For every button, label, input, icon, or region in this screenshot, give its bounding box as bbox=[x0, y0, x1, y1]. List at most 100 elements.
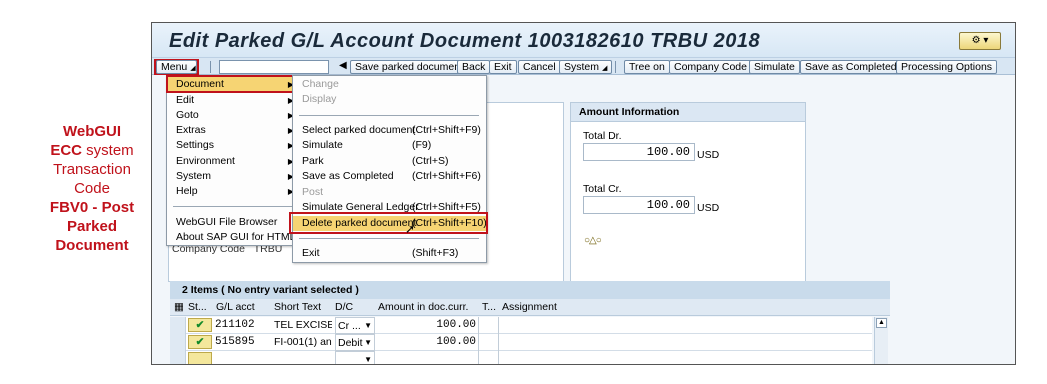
amount-cell[interactable]: 100.00 bbox=[379, 317, 479, 334]
menu-item-settings[interactable]: Settings ▶ bbox=[167, 138, 298, 153]
menu-item-label: System bbox=[176, 170, 212, 182]
menu-separator bbox=[299, 238, 479, 239]
submenu-item-label: Park bbox=[302, 155, 324, 167]
debit-credit-select[interactable]: Cr ... ▼ bbox=[335, 317, 375, 334]
exit-button[interactable]: Exit bbox=[489, 60, 517, 74]
items-heading: 2 Items ( No entry variant selected ) bbox=[170, 281, 890, 299]
toolbar-separator bbox=[615, 61, 616, 73]
submenu-item-shortcut: (Ctrl+S) bbox=[412, 155, 449, 167]
toolbar-separator bbox=[210, 61, 211, 73]
table-settings-icon[interactable]: ▦ bbox=[174, 301, 184, 313]
menu-item-help[interactable]: Help ▶ bbox=[167, 184, 298, 199]
gl-account-cell[interactable] bbox=[215, 351, 270, 364]
menu-item-edit[interactable]: Edit ▶ bbox=[167, 93, 298, 108]
table-row[interactable]: ✔ 211102 TEL EXCISE T Cr ...▼ 100.00 bbox=[170, 317, 872, 334]
menu-item-webgui-file-browser[interactable]: WebGUI File Browser bbox=[167, 215, 298, 230]
caption-system: system bbox=[81, 142, 134, 159]
processing-options-button[interactable]: Processing Options bbox=[896, 60, 998, 74]
short-text-cell[interactable]: FI-001(1) and bbox=[274, 334, 332, 351]
menu-separator bbox=[173, 206, 293, 207]
short-text-cell[interactable] bbox=[274, 351, 332, 364]
sap-window: Edit Parked G/L Account Document 1003182… bbox=[151, 22, 1016, 365]
debit-credit-select[interactable]: ▼ bbox=[335, 351, 375, 364]
submenu-item-save-as-completed[interactable]: Save as Completed (Ctrl+Shift+F6) bbox=[293, 169, 486, 184]
column-tax[interactable]: T... bbox=[482, 301, 496, 313]
submenu-item-label: Save as Completed bbox=[302, 170, 394, 182]
column-assignment[interactable]: Assignment bbox=[502, 301, 557, 313]
submenu-item-park[interactable]: Park (Ctrl+S) bbox=[293, 154, 486, 169]
menu-item-goto[interactable]: Goto ▶ bbox=[167, 108, 298, 123]
column-status[interactable]: St... bbox=[188, 301, 207, 313]
submenu-item-change[interactable]: Change bbox=[293, 77, 486, 92]
back-button[interactable]: Back bbox=[457, 60, 491, 74]
amount-cell[interactable] bbox=[379, 351, 479, 364]
total-credit-currency: USD bbox=[697, 202, 720, 214]
menu-item-system[interactable]: System ▶ bbox=[167, 169, 298, 184]
application-toolbar: Menu ◢ ◀ Save parked document Back Exit … bbox=[152, 57, 1015, 75]
submenu-item-simulate[interactable]: Simulate (F9) bbox=[293, 138, 486, 153]
debit-credit-select[interactable]: Debit ▼ bbox=[335, 334, 375, 351]
total-debit-label: Total Dr. bbox=[583, 130, 622, 142]
cancel-button[interactable]: Cancel bbox=[518, 60, 561, 74]
submenu-item-label: Simulate bbox=[302, 139, 343, 151]
tax-cell[interactable] bbox=[481, 317, 499, 334]
submenu-item-shortcut: (Shift+F3) bbox=[412, 247, 459, 259]
menu-item-label: Edit bbox=[176, 94, 195, 106]
debit-credit-value: Cr ... bbox=[338, 320, 361, 332]
gl-account-cell[interactable]: 515895 bbox=[215, 334, 270, 351]
row-selector[interactable] bbox=[170, 334, 186, 351]
save-as-completed-button[interactable]: Save as Completed bbox=[800, 60, 902, 74]
submenu-item-shortcut: (Ctrl+Shift+F6) bbox=[412, 170, 481, 182]
system-button[interactable]: System ◢ bbox=[559, 60, 613, 74]
total-debit-field: 100.00 bbox=[583, 143, 695, 161]
caption-line-6: Parked bbox=[66, 218, 118, 235]
scroll-up-icon[interactable]: ▲ bbox=[876, 318, 887, 328]
tax-cell[interactable] bbox=[481, 351, 499, 364]
company-code-button[interactable]: Company Code bbox=[669, 60, 752, 74]
menu-item-label: Extras bbox=[176, 124, 206, 136]
caption-line-2: ECC system bbox=[38, 141, 146, 160]
column-amount[interactable]: Amount in doc.curr. bbox=[378, 301, 468, 313]
submenu-item-display[interactable]: Display bbox=[293, 92, 486, 107]
submenu-item-post[interactable]: Post bbox=[293, 185, 486, 200]
submenu-item-label: Select parked document bbox=[302, 124, 416, 136]
system-button-label: System bbox=[564, 61, 600, 73]
column-debit-credit[interactable]: D/C bbox=[335, 301, 353, 313]
submenu-item-shortcut: (Ctrl+Shift+F9) bbox=[412, 124, 481, 136]
gl-account-cell[interactable]: 211102 bbox=[215, 317, 270, 334]
table-row[interactable]: ✔ 515895 FI-001(1) and Debit ▼ 100.00 bbox=[170, 334, 872, 351]
table-row[interactable]: ▼ bbox=[170, 351, 872, 364]
row-selector[interactable] bbox=[170, 317, 186, 334]
system-dropdown-icon: ◢ bbox=[601, 65, 608, 72]
collapse-arrow-icon[interactable]: ◀ bbox=[339, 60, 347, 71]
menu-dropdown-icon: ◢ bbox=[190, 65, 196, 72]
simulate-button[interactable]: Simulate bbox=[749, 60, 800, 74]
tree-on-button[interactable]: Tree on bbox=[624, 60, 670, 74]
items-table-header: ▦ St... G/L acct Short Text D/C Amount i… bbox=[170, 299, 890, 316]
menu-button[interactable]: Menu ◢ bbox=[156, 60, 197, 74]
row-selector[interactable] bbox=[170, 351, 186, 364]
menu-item-about-sap-gui[interactable]: About SAP GUI for HTML bbox=[167, 230, 298, 245]
column-gl-account[interactable]: G/L acct bbox=[216, 301, 255, 313]
caption-ecc: ECC bbox=[50, 142, 82, 159]
short-text-cell[interactable]: TEL EXCISE T bbox=[274, 317, 332, 334]
table-scrollbar[interactable]: ▲ bbox=[874, 317, 888, 364]
submenu-item-exit[interactable]: Exit (Shift+F3) bbox=[293, 246, 486, 261]
menu-item-environment[interactable]: Environment ▶ bbox=[167, 154, 298, 169]
delete-highlight-box bbox=[289, 212, 488, 234]
command-field[interactable] bbox=[219, 60, 329, 74]
submenu-item-label: Exit bbox=[302, 247, 320, 259]
dropdown-caret-icon: ▼ bbox=[364, 355, 372, 364]
menu-item-label: Goto bbox=[176, 109, 199, 121]
total-debit-currency: USD bbox=[697, 149, 720, 161]
save-parked-document-button[interactable]: Save parked document bbox=[350, 60, 468, 74]
main-menu: Document ▶ Edit ▶ Goto ▶ Extras ▶ Settings ▶ … bbox=[166, 75, 299, 246]
column-short-text[interactable]: Short Text bbox=[274, 301, 321, 313]
menu-separator bbox=[299, 115, 479, 116]
menu-item-extras[interactable]: Extras ▶ bbox=[167, 123, 298, 138]
tax-cell[interactable] bbox=[481, 334, 499, 351]
submenu-item-select-parked-document[interactable]: Select parked document (Ctrl+Shift+F9) bbox=[293, 123, 486, 138]
amount-cell[interactable]: 100.00 bbox=[379, 334, 479, 351]
menu-item-label: Help bbox=[176, 185, 198, 197]
sap-help-icon[interactable]: ⚙ ▾ bbox=[959, 32, 1001, 50]
